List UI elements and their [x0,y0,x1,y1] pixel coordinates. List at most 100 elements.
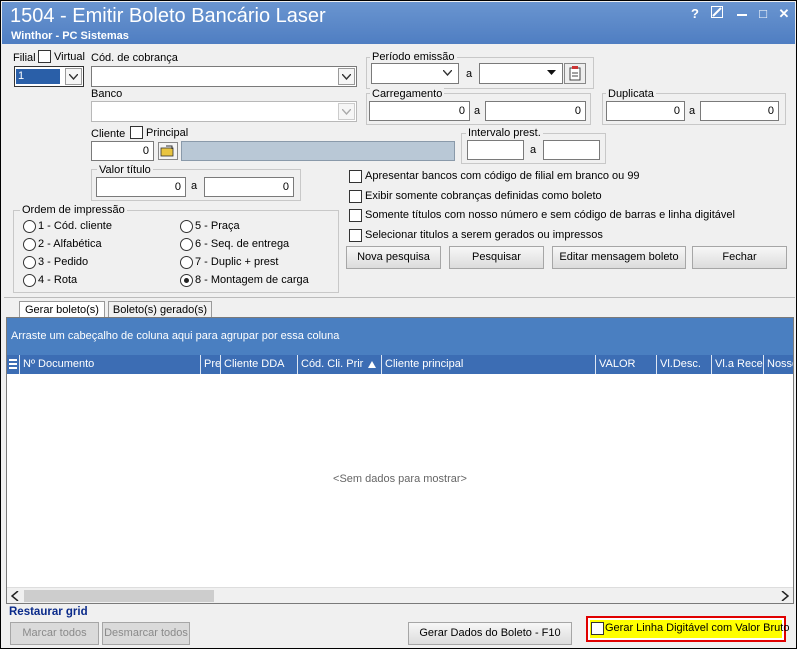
column-header-cliente-dda[interactable]: Cliente DDA [221,355,298,374]
calendar-icon[interactable] [564,63,586,84]
virtual-label: Virtual [54,51,85,63]
main-window: 1504 - Emitir Boleto Bancário Laser Wint… [0,0,797,649]
ordem-label-2: 2 - Alfabética [38,238,102,250]
scroll-right-icon[interactable] [781,591,789,601]
chevron-down-icon[interactable] [440,65,457,82]
column-header-valor[interactable]: VALOR [596,355,657,374]
cod-cobranca-select[interactable] [91,66,357,87]
banco-label: Banco [91,88,123,100]
banco-select[interactable] [91,101,357,122]
boletos-grid: Arraste um cabeçalho de coluna aqui para… [6,317,794,604]
intervalo-ate-input[interactable] [543,140,600,160]
ordem-label-1: 1 - Cód. cliente [38,220,112,232]
valor-titulo-ate-input[interactable]: 0 [204,177,294,197]
valor-titulo-de-input[interactable]: 0 [96,177,186,197]
duplicata-sep-label: a [689,105,696,117]
column-header-vl-desc[interactable]: Vl.Desc. [657,355,712,374]
valor-titulo-label: Valor título [97,164,153,176]
column-header-nosso-numero[interactable]: NossoN [764,355,793,374]
gerar-linha-highlight: Gerar Linha Digitável com Valor Bruto [586,616,789,642]
intervalo-sep-label: a [530,144,537,156]
option-label-4: Selecionar titulos a serem gerados ou im… [365,229,603,241]
scroll-left-icon[interactable] [11,591,19,601]
editar-mensagem-button[interactable]: Editar mensagem boleto [552,246,686,269]
carregamento-de-input[interactable]: 0 [369,101,470,121]
grid-empty-message: <Sem dados para mostrar> [333,473,467,485]
carregamento-ate-input[interactable]: 0 [485,101,586,121]
window-title: 1504 - Emitir Boleto Bancário Laser [10,5,326,27]
ordem-label-6: 6 - Seq. de entrega [195,238,290,250]
duplicata-de-input[interactable]: 0 [606,101,685,121]
desmarcar-todos-button[interactable]: Desmarcar todos [102,622,190,645]
chevron-down-icon[interactable] [65,68,82,85]
nova-pesquisa-button[interactable]: Nova pesquisa [346,246,441,269]
column-chooser-icon[interactable] [7,355,20,374]
option-checkbox-3[interactable] [349,209,362,222]
valor-sep-label: a [191,180,198,192]
close-icon[interactable]: ✕ [775,5,793,23]
scrollbar-thumb[interactable] [24,590,214,602]
pesquisar-button[interactable]: Pesquisar [449,246,544,269]
ordem-radio-2[interactable] [23,238,36,251]
ordem-radio-5[interactable] [180,220,193,233]
marcar-todos-button[interactable]: Marcar todos [10,622,99,645]
ordem-radio-3[interactable] [23,256,36,269]
ordem-radio-6[interactable] [180,238,193,251]
search-client-icon[interactable] [158,142,178,160]
horizontal-scrollbar[interactable] [7,587,793,603]
ordem-radio-1[interactable] [23,220,36,233]
column-header-cliente-principal[interactable]: Cliente principal [382,355,596,374]
ordem-radio-7[interactable] [180,256,193,269]
ordem-radio-4[interactable] [23,274,36,287]
option-checkbox-4[interactable] [349,229,362,242]
gerar-dados-boleto-button[interactable]: Gerar Dados do Boleto - F10 [408,622,572,645]
principal-checkbox[interactable] [130,126,143,139]
fechar-button[interactable]: Fechar [692,246,787,269]
duplicata-ate-input[interactable]: 0 [700,101,779,121]
gerar-linha-option[interactable]: Gerar Linha Digitável com Valor Bruto [590,620,789,638]
gerar-linha-label: Gerar Linha Digitável com Valor Bruto [605,622,790,634]
ordem-impressao-label: Ordem de impressão [20,204,127,216]
carregamento-sep-label: a [474,105,481,117]
cliente-name-display [181,141,455,161]
minimize-icon[interactable] [733,5,751,23]
chevron-down-icon[interactable] [338,103,355,120]
separator [4,297,795,298]
option-label-2: Exibir somente cobranças definidas como … [365,190,602,202]
grid-header: Nº Documento Pre Cliente DDA Cód. Cli. P… [7,355,793,374]
cod-cobranca-label: Cód. de cobrança [91,52,178,64]
ordem-radio-8[interactable] [180,274,193,287]
column-header-vl-a-receb[interactable]: Vl.a Receb [712,355,764,374]
chevron-down-icon[interactable] [338,68,355,85]
virtual-checkbox[interactable] [38,50,51,63]
periodo-emissao-de-select[interactable] [371,63,459,84]
group-by-bar[interactable]: Arraste um cabeçalho de coluna aqui para… [7,318,793,355]
periodo-emissao-label: Período emissão [370,51,457,63]
option-label-3: Somente títulos com nosso número e sem c… [365,209,735,221]
option-checkbox-2[interactable] [349,190,362,203]
window-subtitle: Winthor - PC Sistemas [11,30,129,42]
cliente-input[interactable]: 0 [91,141,154,161]
option-checkbox-1[interactable] [349,170,362,183]
option-label-1: Apresentar bancos com código de filial e… [365,170,640,182]
maximize-icon[interactable]: □ [754,5,772,23]
column-header-cod-cli-prin[interactable]: Cód. Cli. Prir [298,355,382,374]
periodo-sep-label: a [466,68,473,80]
principal-label: Principal [146,127,189,139]
edit-icon[interactable] [708,5,726,23]
intervalo-de-input[interactable] [467,140,524,160]
filial-select[interactable]: 1 [14,66,84,87]
caret-down-icon[interactable] [544,65,561,82]
restaurar-grid-link[interactable]: Restaurar grid [9,606,88,618]
ordem-label-3: 3 - Pedido [38,256,89,268]
column-header-pre[interactable]: Pre [201,355,221,374]
gerar-linha-checkbox[interactable] [591,622,604,635]
ordem-label-4: 4 - Rota [38,274,78,286]
filial-value: 1 [16,69,60,84]
help-icon[interactable]: ? [686,5,704,23]
column-header-nr-documento[interactable]: Nº Documento [20,355,201,374]
duplicata-label: Duplicata [606,88,656,100]
ordem-label-5: 5 - Praça [195,220,240,232]
title-bar: 1504 - Emitir Boleto Bancário Laser Wint… [2,2,795,44]
periodo-emissao-ate-select[interactable] [479,63,563,84]
